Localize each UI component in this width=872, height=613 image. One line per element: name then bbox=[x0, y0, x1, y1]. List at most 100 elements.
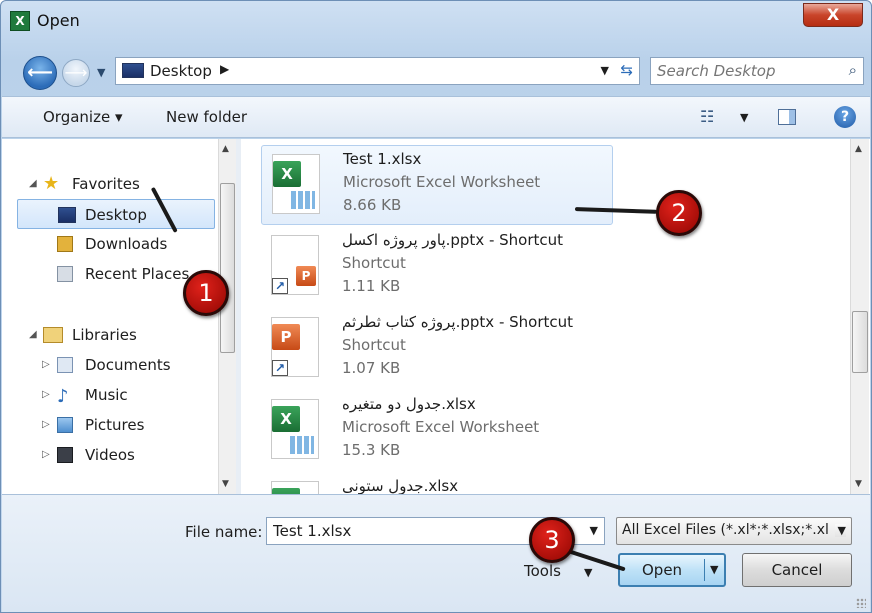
collapse-arrow-icon[interactable]: ◢ bbox=[29, 169, 37, 199]
file-name: جدول دو متغیره.xlsx bbox=[342, 395, 476, 413]
open-options-dropdown-icon[interactable]: ▼ bbox=[710, 563, 718, 576]
breadcrumb-desktop[interactable]: Desktop bbox=[150, 62, 212, 80]
navigation-pane: ◢ ★ Favorites Desktop Downloads Recent P… bbox=[2, 139, 236, 494]
expand-arrow-icon[interactable]: ▷ bbox=[42, 350, 50, 380]
nav-label: Libraries bbox=[72, 326, 137, 344]
command-toolbar: Organize ▾ New folder ☷ ▼ ? bbox=[2, 96, 870, 138]
organize-button[interactable]: Organize ▾ bbox=[43, 108, 123, 126]
help-icon[interactable]: ? bbox=[834, 106, 856, 128]
file-name: Test 1.xlsx bbox=[343, 150, 422, 168]
scroll-up-icon[interactable]: ▲ bbox=[222, 144, 229, 154]
excel-file-icon: X bbox=[272, 154, 320, 214]
file-name-label: File name: bbox=[185, 523, 263, 541]
annotation-badge-2: 2 bbox=[656, 190, 702, 236]
nav-item-desktop[interactable]: Desktop bbox=[17, 199, 215, 229]
nav-label: Documents bbox=[85, 356, 171, 374]
preview-pane-icon[interactable] bbox=[778, 109, 796, 125]
file-name-dropdown-icon[interactable]: ▼ bbox=[590, 524, 598, 537]
forward-button[interactable]: ⟶ bbox=[62, 59, 90, 87]
desktop-icon bbox=[122, 63, 144, 78]
file-size: 15.3 KB bbox=[342, 441, 401, 459]
change-view-icon[interactable]: ☷ bbox=[700, 107, 714, 126]
view-dropdown-icon[interactable]: ▼ bbox=[740, 111, 748, 124]
file-list-scrollbar[interactable]: ▲ ▼ bbox=[850, 139, 869, 494]
recent-pages-dropdown-icon[interactable]: ▼ bbox=[97, 66, 105, 79]
title-bar: X Open X bbox=[1, 1, 871, 43]
scroll-down-icon[interactable]: ▼ bbox=[222, 479, 229, 489]
open-dialog: X Open X ⟵ ⟶ ▼ Desktop ▶ ▼ ⇆ ⌕ Organize … bbox=[0, 0, 872, 613]
nav-item-videos[interactable]: ▷ Videos bbox=[2, 440, 236, 470]
nav-item-pictures[interactable]: ▷ Pictures bbox=[2, 410, 236, 440]
file-item[interactable]: P ↗ پروژه کتاب ثطرثم.pptx - Shortcut Shor… bbox=[261, 309, 613, 389]
nav-label: Pictures bbox=[85, 416, 145, 434]
back-button[interactable]: ⟵ bbox=[23, 56, 57, 90]
powerpoint-shortcut-icon: P ↗ bbox=[271, 235, 319, 295]
open-button[interactable]: Open ▼ bbox=[618, 553, 726, 587]
nav-scrollbar[interactable]: ▲ ▼ bbox=[218, 139, 236, 494]
search-box[interactable]: ⌕ bbox=[650, 57, 864, 85]
excel-file-icon: X bbox=[271, 481, 319, 494]
dialog-footer: File name: ▼ All Excel Files (*.xl*;*.xl… bbox=[2, 494, 870, 612]
file-item[interactable]: P ↗ پاور پروژه اکسل.pptx - Shortcut Short… bbox=[261, 227, 613, 307]
split-separator bbox=[704, 559, 705, 581]
scroll-up-icon[interactable]: ▲ bbox=[855, 144, 862, 154]
breadcrumb-arrow-icon[interactable]: ▶ bbox=[220, 62, 229, 76]
file-name-input[interactable] bbox=[273, 522, 573, 540]
scroll-thumb[interactable] bbox=[220, 183, 235, 353]
nav-label: Videos bbox=[85, 446, 135, 464]
search-icon[interactable]: ⌕ bbox=[849, 61, 857, 79]
nav-label: Recent Places bbox=[85, 265, 190, 283]
excel-file-icon: X bbox=[271, 399, 319, 459]
nav-label: Favorites bbox=[72, 175, 140, 193]
annotation-badge-1: 1 bbox=[183, 270, 229, 316]
collapse-arrow-icon[interactable]: ◢ bbox=[29, 320, 37, 350]
file-type: Microsoft Excel Worksheet bbox=[343, 173, 541, 191]
videos-icon bbox=[57, 447, 73, 463]
nav-label: Downloads bbox=[85, 235, 168, 253]
file-size: 8.66 KB bbox=[343, 196, 402, 214]
downloads-folder-icon bbox=[57, 236, 73, 252]
scroll-down-icon[interactable]: ▼ bbox=[855, 479, 862, 489]
scroll-thumb[interactable] bbox=[852, 311, 868, 373]
annotation-badge-3: 3 bbox=[529, 517, 575, 563]
file-item[interactable]: X جدول ستونی.xlsx bbox=[261, 473, 613, 494]
nav-label: Music bbox=[85, 386, 128, 404]
filter-dropdown-icon[interactable]: ▼ bbox=[834, 524, 846, 537]
nav-item-music[interactable]: ▷ ♪ Music bbox=[2, 380, 236, 410]
tools-dropdown-icon[interactable]: ▼ bbox=[584, 566, 592, 579]
nav-item-documents[interactable]: ▷ Documents bbox=[2, 350, 236, 380]
file-item[interactable]: X جدول دو متغیره.xlsx Microsoft Excel Wo… bbox=[261, 391, 613, 471]
documents-icon bbox=[57, 357, 73, 373]
refresh-icon[interactable]: ⇆ bbox=[620, 61, 633, 79]
file-size: 1.11 KB bbox=[342, 277, 401, 295]
file-size: 1.07 KB bbox=[342, 359, 401, 377]
file-name: جدول ستونی.xlsx bbox=[342, 477, 459, 494]
close-button[interactable]: X bbox=[803, 3, 863, 27]
address-dropdown-icon[interactable]: ▼ bbox=[601, 64, 609, 77]
tools-button[interactable]: Tools bbox=[524, 562, 561, 580]
address-bar[interactable]: Desktop ▶ ▼ ⇆ bbox=[115, 57, 640, 85]
search-input[interactable] bbox=[657, 61, 837, 81]
cancel-button[interactable]: Cancel bbox=[742, 553, 852, 587]
nav-label: Desktop bbox=[85, 206, 147, 224]
desktop-icon bbox=[58, 207, 76, 223]
star-icon: ★ bbox=[43, 173, 60, 194]
nav-item-favorites[interactable]: ◢ ★ Favorites bbox=[2, 169, 236, 199]
recent-places-icon bbox=[57, 266, 73, 282]
file-type-filter[interactable]: All Excel Files (*.xl*;*.xlsx;*.xl ▼ bbox=[616, 517, 852, 545]
nav-item-libraries[interactable]: ◢ Libraries bbox=[2, 320, 236, 350]
new-folder-button[interactable]: New folder bbox=[166, 108, 247, 126]
file-item[interactable]: X Test 1.xlsx Microsoft Excel Worksheet … bbox=[261, 145, 613, 225]
expand-arrow-icon[interactable]: ▷ bbox=[42, 410, 50, 440]
expand-arrow-icon[interactable]: ▷ bbox=[42, 440, 50, 470]
file-type-filter-value: All Excel Files (*.xl*;*.xlsx;*.xl bbox=[622, 522, 829, 538]
file-type: Microsoft Excel Worksheet bbox=[342, 418, 540, 436]
resize-grip-icon[interactable] bbox=[856, 598, 866, 608]
file-name: پروژه کتاب ثطرثم.pptx - Shortcut bbox=[342, 313, 574, 331]
file-list: X Test 1.xlsx Microsoft Excel Worksheet … bbox=[241, 139, 870, 494]
expand-arrow-icon[interactable]: ▷ bbox=[42, 380, 50, 410]
libraries-icon bbox=[43, 327, 63, 343]
powerpoint-shortcut-icon: P ↗ bbox=[271, 317, 319, 377]
dialog-title: Open bbox=[37, 11, 80, 30]
nav-item-downloads[interactable]: Downloads bbox=[2, 229, 236, 259]
